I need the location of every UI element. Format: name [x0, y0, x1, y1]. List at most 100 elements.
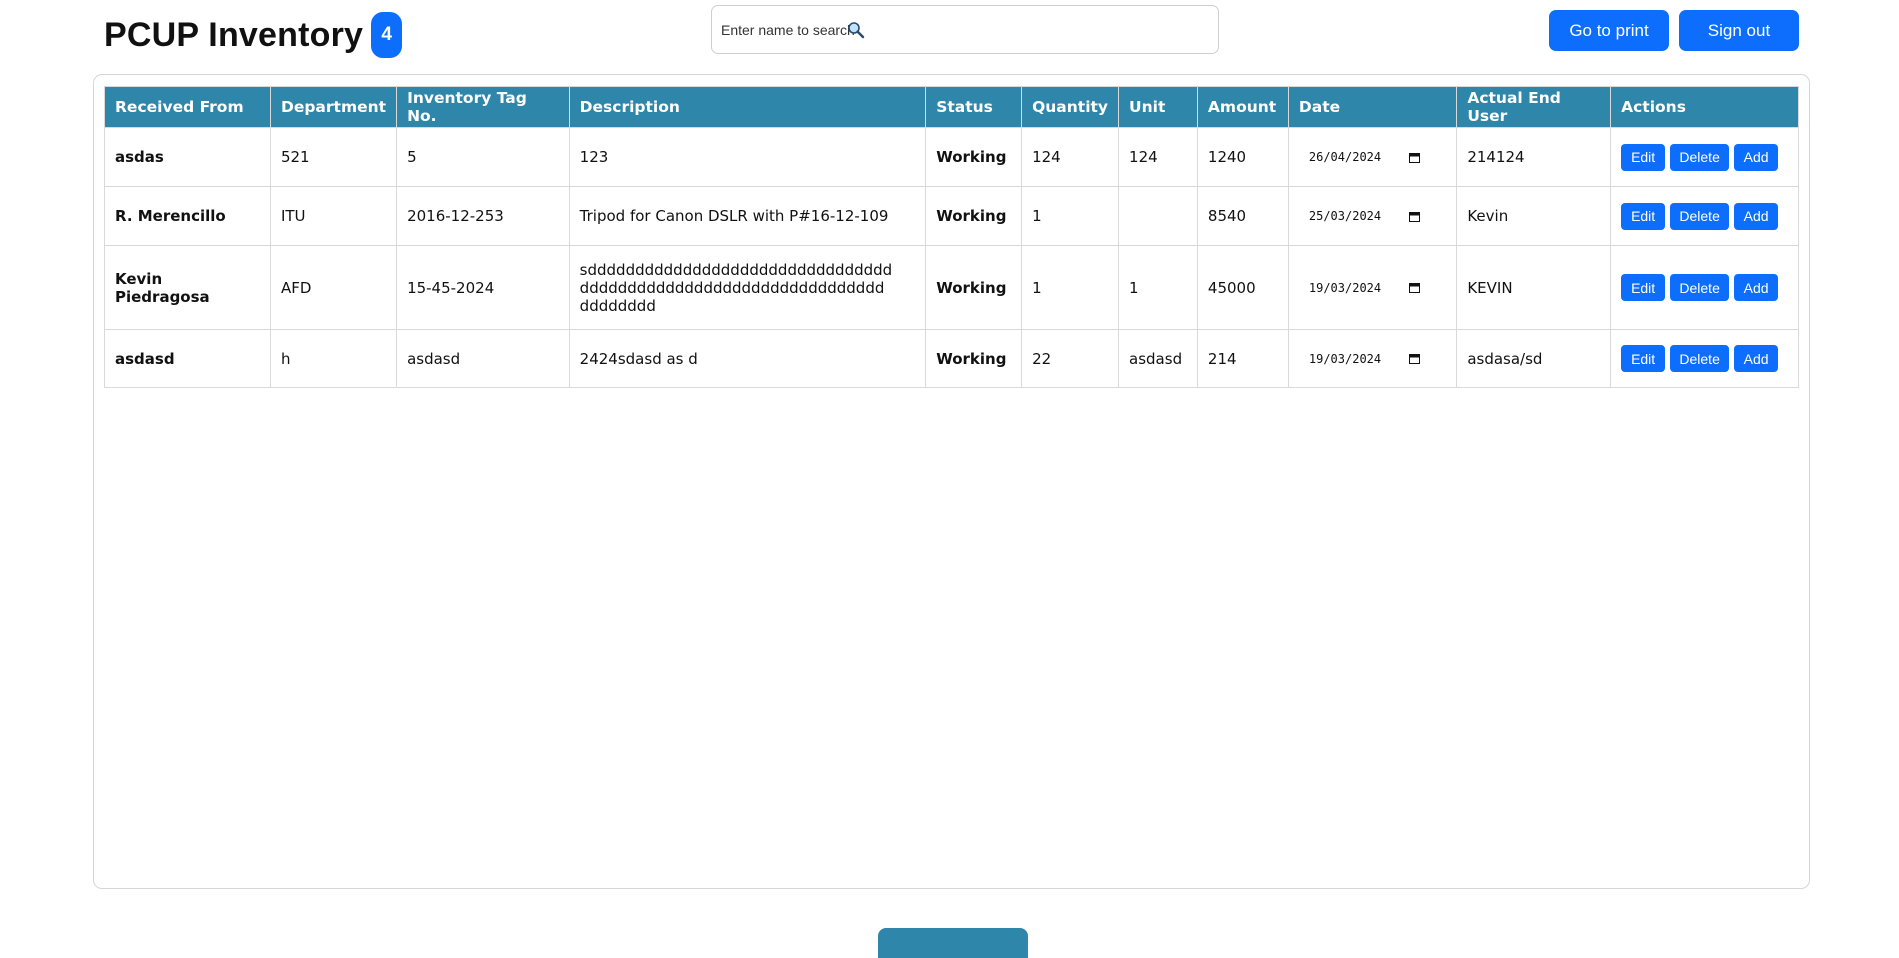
add-button[interactable]: Add	[1734, 143, 1779, 171]
table-row: R. Merencillo ITU 2016-12-253 Tripod for…	[104, 186, 1799, 246]
cell-end-user: 214124	[1456, 127, 1612, 187]
edit-button[interactable]: Edit	[1621, 345, 1666, 372]
magnifier-icon	[848, 22, 865, 39]
column-header: Status	[925, 86, 1023, 128]
page-title-group: PCUP Inventory 4	[104, 12, 403, 58]
column-header: Quantity	[1021, 86, 1120, 128]
cell-unit: 1	[1118, 245, 1198, 330]
cell-tag: asdasd	[396, 329, 570, 388]
cell-date: 26/04/2024	[1287, 127, 1458, 187]
cell-description: 123	[568, 127, 927, 187]
inventory-table: Received From Department Inventory Tag N…	[104, 86, 1799, 388]
edit-button[interactable]: Edit	[1621, 202, 1666, 230]
delete-button[interactable]: Delete	[1670, 274, 1730, 301]
cell-tag: 5	[396, 127, 570, 187]
cell-actions: Edit Delete Add	[1610, 329, 1799, 388]
description-line: dddddddd	[579, 296, 656, 315]
date-input[interactable]: 25/03/2024	[1299, 209, 1446, 223]
delete-button[interactable]: Delete	[1670, 143, 1730, 171]
cell-description: Tripod for Canon DSLR with P#16-12-109	[568, 186, 927, 246]
cell-end-user: asdasa/sd	[1456, 329, 1612, 388]
cell-quantity: 124	[1021, 127, 1120, 187]
search-input[interactable]	[712, 6, 1218, 53]
cell-status: Working	[925, 186, 1023, 246]
search-box[interactable]	[711, 5, 1219, 54]
cell-amount: 214	[1196, 329, 1289, 388]
cell-received-from: asdas	[104, 127, 271, 187]
date-input[interactable]: 19/03/2024	[1299, 281, 1446, 295]
cell-date: 19/03/2024	[1287, 245, 1458, 330]
cell-actions: Edit Delete Add	[1610, 245, 1799, 330]
bottom-action-button[interactable]	[878, 928, 1028, 958]
column-header: Department	[269, 86, 398, 128]
column-header: Inventory Tag No.	[396, 86, 570, 128]
table-header-row: Received From Department Inventory Tag N…	[104, 86, 1799, 128]
add-button[interactable]: Add	[1734, 345, 1779, 372]
cell-end-user: KEVIN	[1456, 245, 1612, 330]
cell-department: 521	[269, 127, 398, 187]
sign-out-button[interactable]: Sign out	[1679, 10, 1799, 51]
cell-amount: 8540	[1196, 186, 1289, 246]
cell-status: Working	[925, 245, 1023, 330]
header: PCUP Inventory 4 Go to print Sign out	[0, 0, 1899, 72]
cell-amount: 1240	[1196, 127, 1289, 187]
column-header: Actual End User	[1456, 86, 1612, 128]
calendar-icon[interactable]	[1409, 211, 1421, 222]
cell-tag: 15-45-2024	[396, 245, 570, 330]
cell-unit: asdasd	[1118, 329, 1198, 388]
cell-date: 25/03/2024	[1287, 186, 1458, 246]
cell-actions: Edit Delete Add	[1610, 127, 1799, 187]
count-badge: 4	[371, 12, 403, 58]
date-input[interactable]: 26/04/2024	[1299, 150, 1446, 164]
column-header: Received From	[104, 86, 271, 128]
inventory-panel: Received From Department Inventory Tag N…	[93, 74, 1810, 889]
cell-department: h	[269, 329, 398, 388]
cell-description: sdddddddddddddddddddddddddddddddd dddddd…	[568, 245, 927, 330]
cell-quantity: 1	[1021, 186, 1120, 246]
cell-date: 19/03/2024	[1287, 329, 1458, 388]
calendar-icon[interactable]	[1409, 353, 1421, 364]
cell-quantity: 22	[1021, 329, 1120, 388]
cell-amount: 45000	[1196, 245, 1289, 330]
date-input[interactable]: 19/03/2024	[1299, 352, 1446, 366]
column-header: Unit	[1118, 86, 1198, 128]
go-to-print-button[interactable]: Go to print	[1549, 10, 1669, 51]
cell-status: Working	[925, 127, 1023, 187]
column-header: Date	[1287, 86, 1458, 128]
cell-unit: 124	[1118, 127, 1198, 187]
column-header: Description	[568, 86, 927, 128]
cell-end-user: Kevin	[1456, 186, 1612, 246]
add-button[interactable]: Add	[1734, 202, 1779, 230]
date-value: 19/03/2024	[1308, 280, 1382, 295]
cell-department: AFD	[269, 245, 398, 330]
cell-quantity: 1	[1021, 245, 1120, 330]
cell-department: ITU	[269, 186, 398, 246]
cell-description: 2424sdasd as d	[568, 329, 927, 388]
date-value: 26/04/2024	[1308, 150, 1382, 164]
delete-button[interactable]: Delete	[1670, 345, 1730, 372]
table-row: asdas 521 5 123 Working 124 124 1240 26/…	[104, 127, 1799, 187]
delete-button[interactable]: Delete	[1670, 202, 1730, 230]
edit-button[interactable]: Edit	[1621, 143, 1666, 171]
date-value: 19/03/2024	[1308, 351, 1382, 366]
cell-status: Working	[925, 329, 1023, 388]
date-value: 25/03/2024	[1308, 209, 1382, 223]
description-line: Tripod for Canon DSLR with P#16-12-109	[579, 207, 889, 225]
table-row: Kevin Piedragosa AFD 15-45-2024 sddddddd…	[104, 245, 1799, 330]
add-button[interactable]: Add	[1734, 274, 1779, 301]
description-line: 2424sdasd as d	[579, 349, 698, 368]
cell-received-from: asdasd	[104, 329, 271, 388]
cell-actions: Edit Delete Add	[1610, 186, 1799, 246]
column-header: Actions	[1610, 86, 1799, 128]
cell-received-from: Kevin Piedragosa	[104, 245, 271, 330]
cell-unit	[1118, 186, 1198, 246]
calendar-icon[interactable]	[1409, 282, 1421, 293]
edit-button[interactable]: Edit	[1621, 274, 1666, 301]
page-title: PCUP Inventory	[104, 15, 364, 54]
description-line: sdddddddddddddddddddddddddddddddd	[579, 260, 893, 279]
description-line: dddddddddddddddddddddddddddddddd	[579, 278, 885, 297]
calendar-icon[interactable]	[1409, 152, 1421, 163]
column-header: Amount	[1196, 86, 1289, 128]
cell-tag: 2016-12-253	[396, 186, 570, 246]
description-line: 123	[579, 148, 609, 166]
